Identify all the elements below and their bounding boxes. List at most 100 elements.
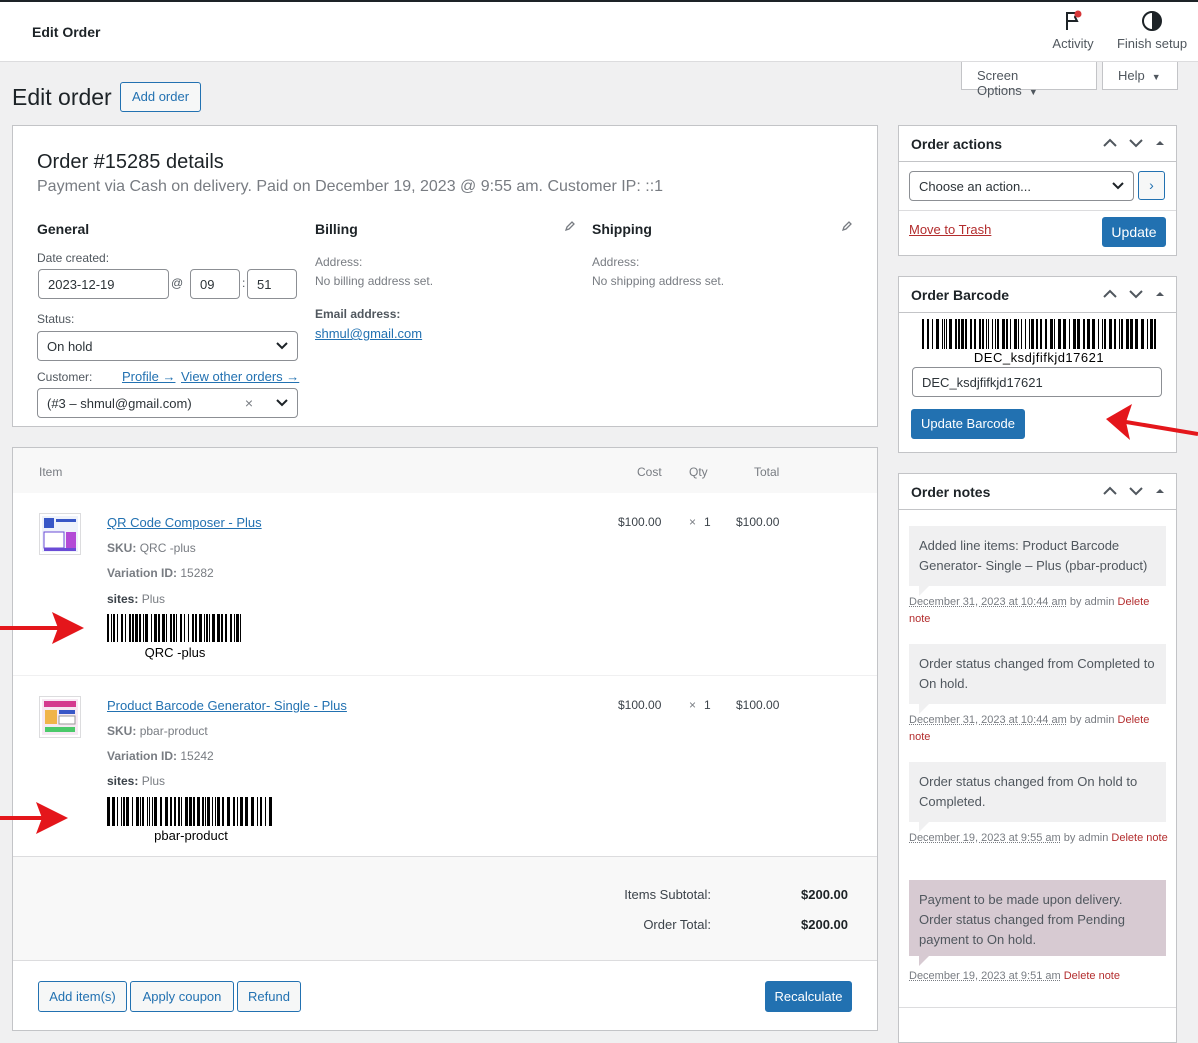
delete-note-link[interactable]: Delete note — [1111, 832, 1167, 844]
pencil-icon[interactable] — [841, 220, 853, 232]
hour-input[interactable]: 09 — [190, 269, 240, 299]
activity-button[interactable]: Activity — [1050, 10, 1096, 51]
chevron-up-icon[interactable] — [1102, 287, 1118, 301]
finish-setup-button[interactable]: Finish setup — [1115, 10, 1189, 51]
chevron-up-icon[interactable] — [1102, 484, 1118, 498]
order-barcode-title: Order Barcode — [911, 277, 1009, 313]
apply-action-button[interactable]: › — [1138, 171, 1165, 200]
sites-value: Plus — [142, 774, 165, 788]
sku-label: SKU: — [107, 724, 136, 738]
apply-coupon-button[interactable]: Apply coupon — [130, 981, 234, 1012]
item-name-link[interactable]: Product Barcode Generator- Single - Plus — [107, 698, 347, 713]
order-barcode-text: DEC_ksdjfifkjd17621 — [922, 350, 1156, 365]
note-author: by admin — [1070, 714, 1115, 726]
order-note: Added line items: Product Barcode Genera… — [909, 526, 1166, 586]
clear-icon[interactable]: × — [245, 395, 253, 411]
view-other-orders-link[interactable]: View other orders → — [181, 369, 299, 384]
profile-link[interactable]: Profile → — [122, 369, 175, 384]
collapse-toggle-icon[interactable] — [1154, 287, 1166, 301]
chevron-down-icon — [275, 398, 289, 408]
order-notes-panel: Order notes Added line items: Product Ba… — [898, 473, 1177, 1043]
minute-input[interactable]: 51 — [247, 269, 297, 299]
qty-header: Qty — [689, 465, 708, 479]
product-thumbnail[interactable] — [39, 513, 81, 555]
half-circle-icon — [1141, 10, 1163, 32]
chevron-up-icon[interactable] — [1102, 136, 1118, 150]
annotation-arrow-icon — [1100, 400, 1198, 446]
times-symbol: × — [689, 515, 696, 529]
annotation-arrow-icon — [0, 610, 86, 646]
billing-title: Billing — [315, 221, 358, 237]
delete-note-link[interactable]: Delete note — [1064, 970, 1120, 982]
status-value: On hold — [47, 339, 93, 354]
collapse-toggle-icon[interactable] — [1154, 484, 1166, 498]
recalculate-button[interactable]: Recalculate — [765, 981, 852, 1012]
panel-controls — [1102, 136, 1166, 150]
note-meta: December 19, 2023 at 9:51 am Delete note — [909, 968, 1169, 985]
collapse-toggle-icon[interactable] — [1154, 136, 1166, 150]
order-action-select[interactable]: Choose an action... — [909, 171, 1134, 201]
top-bar-title: Edit Order — [32, 24, 100, 40]
product-thumbnail[interactable] — [39, 696, 81, 738]
help-button[interactable]: Help ▼ — [1102, 62, 1178, 90]
update-button[interactable]: Update — [1102, 217, 1166, 247]
customer-label: Customer: — [37, 370, 92, 384]
billing-address-label: Address: — [315, 255, 362, 269]
item-header: Item — [39, 465, 62, 479]
note-date: December 31, 2023 at 10:44 am — [909, 714, 1067, 726]
date-input[interactable]: 2023-12-19 — [38, 269, 169, 299]
shipping-address-value: No shipping address set. — [592, 274, 724, 288]
item-name-link[interactable]: QR Code Composer - Plus — [107, 515, 262, 530]
chevron-down-icon[interactable] — [1128, 287, 1144, 301]
items-subtotal-value: $200.00 — [748, 887, 848, 902]
item-total: $100.00 — [736, 515, 779, 529]
customer-select[interactable]: (#3 – shmul@gmail.com) × — [37, 388, 298, 418]
item-cost: $100.00 — [618, 515, 661, 529]
shipping-address-label: Address: — [592, 255, 639, 269]
order-note: Order status changed from On hold to Com… — [909, 762, 1166, 822]
email-label: Email address: — [315, 307, 400, 321]
help-label: Help — [1118, 68, 1145, 83]
total-header: Total — [754, 465, 779, 479]
sku-value: QRC -plus — [140, 541, 196, 555]
items-subtotal-label: Items Subtotal: — [513, 887, 711, 902]
order-note-system: Payment to be made upon delivery. Order … — [909, 880, 1166, 956]
variation-value: 15242 — [180, 749, 213, 763]
item-total: $100.00 — [736, 698, 779, 712]
variation-value: 15282 — [180, 566, 213, 580]
product-image-icon — [40, 514, 80, 554]
chevron-down-icon[interactable] — [1128, 136, 1144, 150]
sites-label: sites: — [107, 592, 138, 606]
barcode-input[interactable]: DEC_ksdjfifkjd17621 — [912, 367, 1162, 397]
item-barcode-text: pbar-product — [107, 828, 275, 843]
refund-button[interactable]: Refund — [237, 981, 301, 1012]
add-items-button[interactable]: Add item(s) — [38, 981, 127, 1012]
date-created-label: Date created: — [37, 251, 109, 265]
variation-label: Variation ID: — [107, 749, 177, 763]
order-heading: Order #15285 details — [37, 151, 224, 174]
item-cost: $100.00 — [618, 698, 661, 712]
order-barcode-image — [922, 319, 1156, 349]
shipping-title: Shipping — [592, 221, 652, 237]
email-link[interactable]: shmul@gmail.com — [315, 326, 422, 341]
items-actions-bar: Add item(s) Apply coupon Refund Recalcul… — [13, 960, 877, 1030]
add-order-button[interactable]: Add order — [120, 82, 201, 112]
screen-options-button[interactable]: Screen Options ▼ — [961, 62, 1097, 90]
customer-value: (#3 – shmul@gmail.com) — [47, 396, 192, 411]
update-barcode-button[interactable]: Update Barcode — [911, 409, 1025, 439]
pencil-icon[interactable] — [564, 220, 576, 232]
table-row: Product Barcode Generator- Single - Plus… — [13, 676, 877, 857]
status-select[interactable]: On hold — [37, 331, 298, 361]
item-barcode-text: QRC -plus — [107, 645, 243, 660]
chevron-down-icon — [1111, 181, 1125, 191]
order-actions-panel: Order actions Choose an action... › Move… — [898, 125, 1177, 256]
sku-label: SKU: — [107, 541, 136, 555]
note-date: December 19, 2023 at 9:55 am — [909, 832, 1061, 844]
chevron-down-icon[interactable] — [1128, 484, 1144, 498]
divider — [899, 1007, 1176, 1008]
activity-label: Activity — [1052, 36, 1093, 51]
move-to-trash-link[interactable]: Move to Trash — [909, 222, 991, 237]
note-author: by admin — [1064, 832, 1109, 844]
note-date: December 31, 2023 at 10:44 am — [909, 596, 1067, 608]
panel-controls — [1102, 484, 1166, 498]
